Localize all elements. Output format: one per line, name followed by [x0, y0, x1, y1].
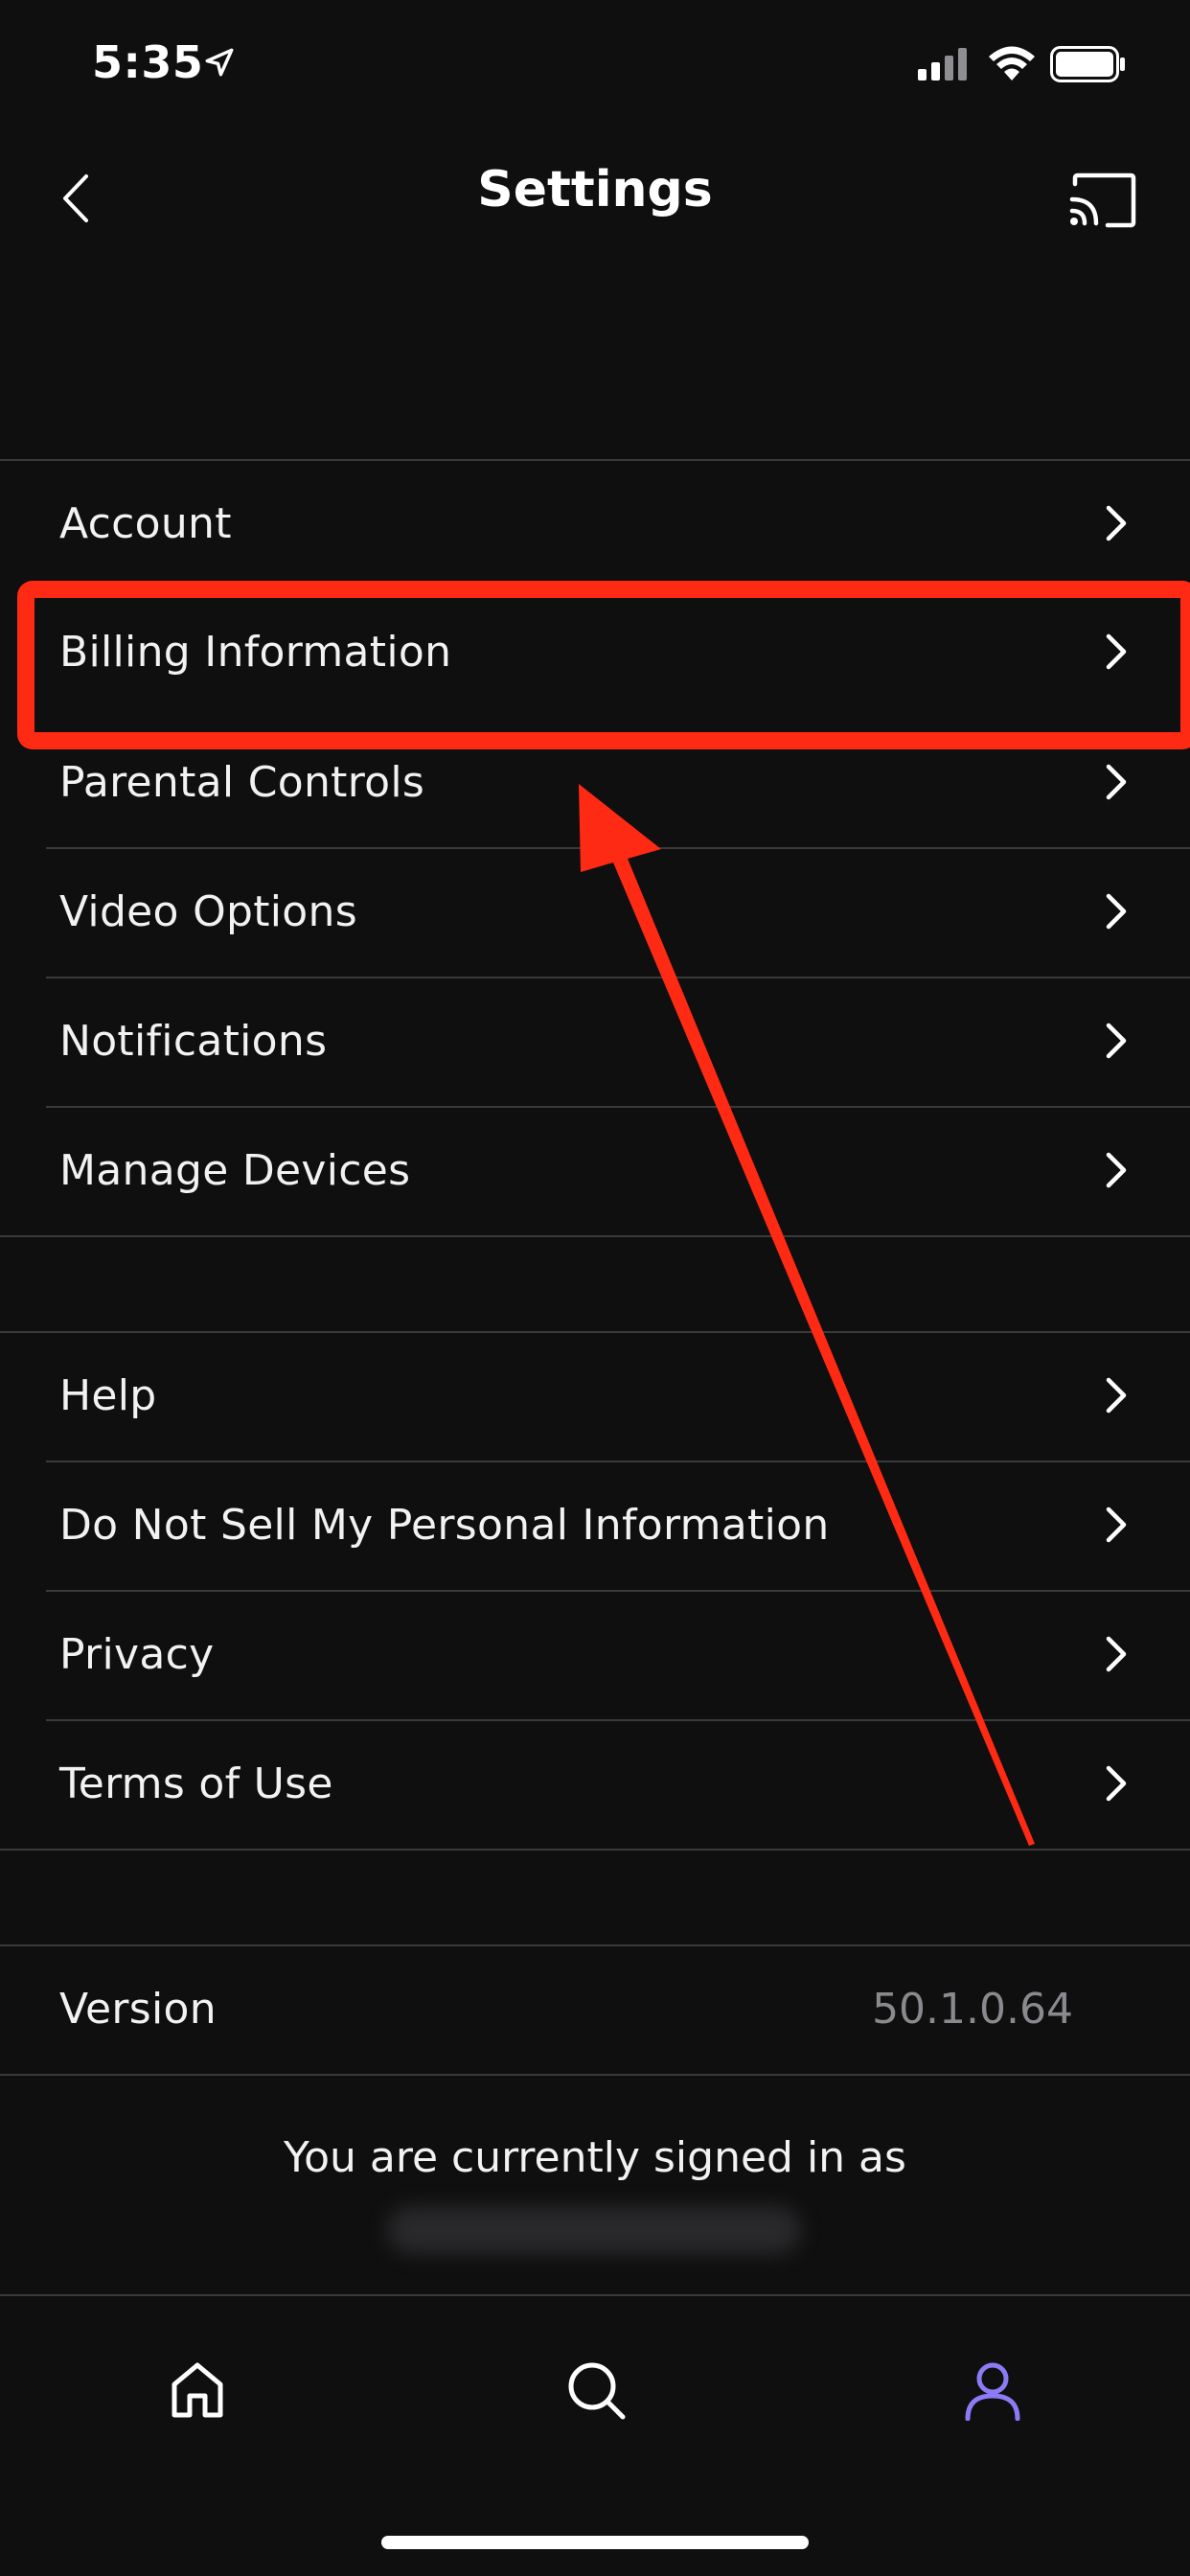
row-label: Terms of Use	[59, 1760, 333, 1808]
settings-row-terms-of-use[interactable]: Terms of Use	[0, 1720, 1190, 1849]
battery-icon	[1050, 46, 1125, 82]
group-divider	[0, 2074, 1190, 2076]
version-value: 50.1.0.64	[872, 1985, 1073, 2034]
chevron-right-icon	[1106, 1023, 1127, 1059]
cellular-signal-icon	[918, 48, 967, 80]
signed-in-email-redacted	[387, 2206, 801, 2254]
row-label: Video Options	[59, 887, 357, 936]
annotation-arrow-icon	[579, 784, 1035, 1846]
row-label: Do Not Sell My Personal Information	[59, 1501, 830, 1550]
chevron-right-icon	[1106, 1152, 1127, 1188]
location-arrow-icon	[205, 48, 234, 77]
home-indicator	[381, 2536, 809, 2549]
group-divider	[0, 1235, 1190, 1237]
version-row: Version 50.1.0.64	[0, 1945, 1190, 2074]
search-icon[interactable]	[565, 2359, 627, 2421]
settings-row-privacy[interactable]: Privacy	[0, 1591, 1190, 1719]
chevron-right-icon	[1106, 505, 1127, 541]
settings-row-notifications[interactable]: Notifications	[0, 978, 1190, 1106]
home-icon[interactable]	[167, 2359, 228, 2421]
chevron-right-icon	[1106, 1636, 1127, 1672]
signed-in-text: You are currently signed in as	[284, 2133, 906, 2182]
profile-icon[interactable]	[962, 2359, 1023, 2421]
cast-icon[interactable]	[1067, 172, 1136, 228]
group-divider	[0, 1849, 1190, 1851]
settings-row-manage-devices[interactable]: Manage Devices	[0, 1107, 1190, 1235]
tab-bar-divider	[0, 2294, 1190, 2296]
status-time: 5:35	[92, 36, 204, 88]
row-label: Notifications	[59, 1017, 328, 1066]
chevron-right-icon	[1106, 893, 1127, 930]
row-label: Manage Devices	[59, 1146, 411, 1195]
chevron-right-icon	[1106, 764, 1127, 800]
annotation-highlight-box	[17, 581, 1190, 749]
chevron-right-icon	[1106, 1506, 1127, 1543]
row-label: Privacy	[59, 1630, 215, 1679]
chevron-right-icon	[1106, 1765, 1127, 1802]
settings-row-help[interactable]: Help	[0, 1332, 1190, 1460]
row-label: Account	[59, 499, 232, 548]
settings-row-do-not-sell[interactable]: Do Not Sell My Personal Information	[0, 1461, 1190, 1590]
row-label: Help	[59, 1371, 157, 1420]
chevron-right-icon	[1106, 1377, 1127, 1414]
settings-row-account[interactable]: Account	[0, 460, 1190, 588]
page-title: Settings	[477, 161, 713, 218]
version-label: Version	[59, 1985, 217, 2034]
wifi-icon	[989, 46, 1035, 80]
settings-row-video-options[interactable]: Video Options	[0, 848, 1190, 977]
